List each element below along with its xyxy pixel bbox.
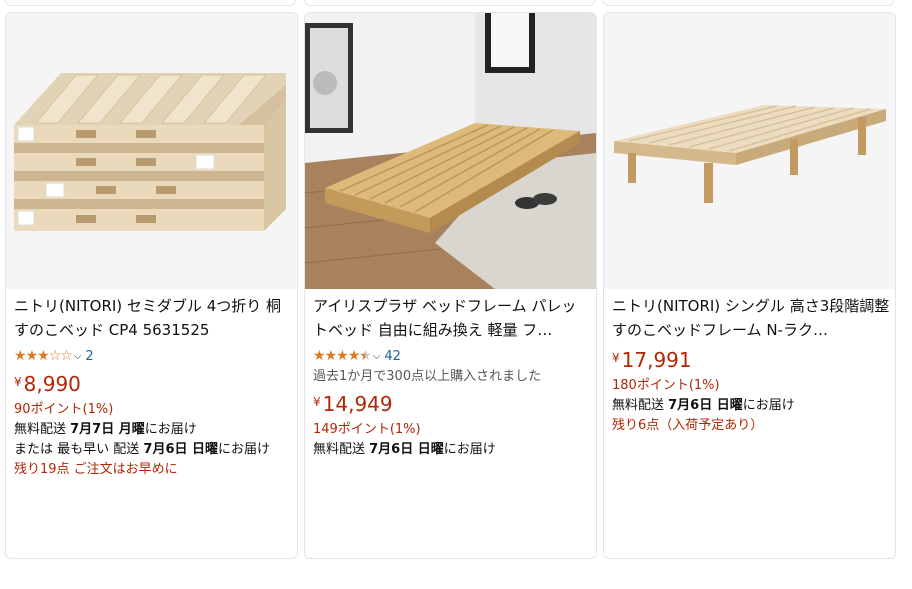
star-full-icon: ★ (25, 348, 39, 364)
price[interactable]: ¥ 17,991 (612, 348, 890, 374)
review-count-link[interactable]: 2 (85, 349, 93, 364)
delivery-info: 無料配送 7月6日 日曜にお届け (612, 396, 890, 416)
delivery-date: 7月6日 日曜 (668, 398, 743, 413)
delivery-date: 7月6日 日曜 (143, 442, 219, 457)
star-empty-icon: ☆ (60, 348, 73, 364)
points: 149ポイント(1%) (313, 422, 421, 437)
purchase-count: 過去1か月で300点以上購入されました (313, 369, 542, 384)
delivery-info: 無料配送 7月7日 月曜にお届け (14, 420, 292, 440)
star-full-icon: ★ (313, 348, 326, 364)
star-full-icon: ★ (347, 348, 361, 364)
price[interactable]: ¥ 8,990 (14, 372, 292, 398)
delivery-prefix: 無料配送 (313, 442, 370, 457)
delivery-suffix: にお届け (218, 442, 271, 457)
rating-row[interactable]: ★ ★ ★ ☆ ☆ ⌵ 2 (14, 346, 292, 366)
previous-card-edge (603, 0, 894, 6)
product-title[interactable]: ニトリ(NITORI) セミダブル 4つ折り 桐すのこベッド CP4 56315… (14, 294, 292, 342)
previous-card-edge (304, 0, 595, 6)
star-half-icon: ★ (359, 348, 372, 364)
product-image[interactable] (305, 13, 596, 289)
delivery-prefix: 無料配送 (612, 398, 669, 413)
product-card[interactable]: アイリスプラザ ベッドフレーム パレットベッド 自由に組み換え 軽量 フ… ★ … (304, 12, 597, 559)
star-full-icon: ★ (324, 348, 338, 364)
product-card[interactable]: ニトリ(NITORI) セミダブル 4つ折り 桐すのこベッド CP4 56315… (5, 12, 298, 559)
points: 90ポイント(1%) (14, 402, 114, 417)
points: 180ポイント(1%) (612, 378, 720, 393)
product-image[interactable] (6, 13, 297, 289)
star-rating[interactable]: ★ ★ ★ ☆ ☆ (14, 348, 73, 364)
delivery-suffix: にお届け (144, 422, 197, 437)
fastest-delivery-info: または 最も早い 配送 7月6日 日曜にお届け (14, 440, 292, 460)
review-count-link[interactable]: 42 (384, 349, 401, 364)
product-card[interactable]: ニトリ(NITORI) シングル 高さ3段階調整すのこベッドフレーム N-ラク…… (603, 12, 896, 559)
delivery-prefix: 無料配送 (14, 422, 71, 437)
star-empty-icon: ☆ (48, 348, 62, 364)
stock-warning: 残り6点（入荷予定あり） (612, 418, 764, 433)
price-currency: ¥ (14, 375, 22, 389)
price-amount: 17,991 (621, 348, 692, 372)
product-title[interactable]: アイリスプラザ ベッドフレーム パレットベッド 自由に組み換え 軽量 フ… (313, 294, 591, 342)
chevron-down-icon[interactable]: ⌵ (74, 351, 82, 362)
rating-row[interactable]: ★ ★ ★ ★ ★ ⌵ 42 (313, 346, 591, 366)
delivery-date: 7月6日 日曜 (369, 442, 444, 457)
star-full-icon: ★ (14, 348, 27, 364)
star-full-icon: ★ (336, 348, 349, 364)
stock-warning: 残り19点 ご注文はお早めに (14, 462, 178, 477)
star-rating[interactable]: ★ ★ ★ ★ ★ (313, 348, 372, 364)
delivery-date: 7月7日 月曜 (70, 422, 145, 437)
price-amount: 14,949 (322, 392, 393, 416)
delivery-prefix: または 最も早い 配送 (14, 442, 144, 457)
delivery-suffix: にお届け (443, 442, 496, 457)
delivery-info: 無料配送 7月6日 日曜にお届け (313, 440, 591, 460)
previous-card-edge (5, 0, 296, 6)
delivery-suffix: にお届け (742, 398, 795, 413)
price-amount: 8,990 (23, 372, 81, 396)
star-full-icon: ★ (37, 348, 50, 364)
price-currency: ¥ (313, 395, 321, 409)
product-title[interactable]: ニトリ(NITORI) シングル 高さ3段階調整すのこベッドフレーム N-ラク… (612, 294, 890, 342)
product-image[interactable] (604, 13, 895, 289)
chevron-down-icon[interactable]: ⌵ (373, 351, 381, 362)
price-currency: ¥ (612, 351, 620, 365)
price[interactable]: ¥ 14,949 (313, 392, 591, 418)
